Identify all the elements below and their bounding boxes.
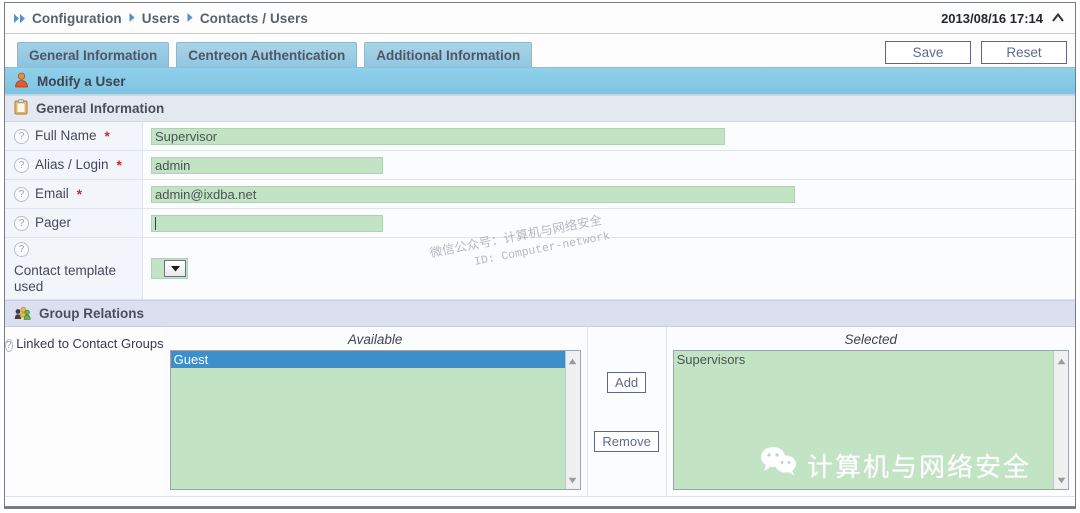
scrollbar[interactable]: [1053, 351, 1068, 489]
field-cell-contact-template: [143, 238, 1075, 299]
help-icon[interactable]: ?: [14, 242, 29, 257]
field-cell-pager: [143, 209, 1075, 237]
field-row-alias-login: ? Alias / Login * admin: [5, 151, 1075, 180]
help-icon[interactable]: ?: [14, 186, 29, 202]
available-listbox[interactable]: Guest: [169, 350, 581, 490]
scrollbar[interactable]: [564, 351, 580, 489]
breadcrumb-item-users[interactable]: Users: [142, 11, 180, 26]
required-marker: *: [116, 157, 122, 173]
breadcrumb-right: 2013/08/16 17:14: [941, 11, 1069, 26]
tab-centreon-authentication[interactable]: Centreon Authentication: [176, 42, 358, 67]
label-text: Contact template used: [14, 263, 117, 294]
help-icon[interactable]: ?: [14, 157, 29, 173]
label-alias-login: ? Alias / Login *: [5, 151, 143, 179]
field-cell-email: admin@ixdba.net: [143, 180, 1075, 208]
tab-general-information[interactable]: General Information: [17, 42, 170, 67]
scroll-up-icon[interactable]: [1057, 353, 1066, 368]
required-marker: *: [104, 128, 110, 144]
text-caret: [155, 216, 156, 230]
breadcrumb: Configuration Users Contacts / Users: [13, 11, 308, 26]
breadcrumb-item-contacts-users[interactable]: Contacts / Users: [200, 11, 308, 26]
user-icon: [14, 72, 29, 91]
form-actions: Save Reset: [885, 41, 1069, 67]
section-general-information: General Information: [5, 95, 1075, 122]
section-group-relations: Group Relations: [5, 300, 1075, 327]
field-row-contact-template: ? Contact template used: [5, 238, 1075, 300]
list-item[interactable]: Guest: [170, 351, 565, 368]
field-row-email: ? Email * admin@ixdba.net: [5, 180, 1075, 209]
selected-listbox[interactable]: Supervisors: [672, 350, 1069, 490]
field-row-full-name: ? Full Name * Supervisor: [5, 122, 1075, 151]
contact-template-select[interactable]: [151, 258, 188, 279]
timestamp: 2013/08/16 17:14: [941, 10, 1043, 26]
label-text: Linked to Contact Groups: [16, 336, 164, 351]
list-item[interactable]: Supervisors: [674, 351, 1053, 368]
breadcrumb-separator-icon: [128, 12, 136, 25]
clipboard-icon: [14, 99, 28, 118]
required-marker: *: [76, 186, 83, 202]
remove-button[interactable]: Remove: [594, 430, 659, 452]
label-text: Alias / Login: [35, 157, 109, 172]
label-full-name: ? Full Name *: [5, 122, 143, 150]
pager-input[interactable]: [151, 214, 383, 232]
selected-options: Supervisors: [674, 351, 1053, 489]
scroll-down-icon[interactable]: [1057, 472, 1066, 487]
available-title: Available: [347, 332, 403, 347]
available-panel: Available Guest: [163, 327, 588, 496]
chevron-up-icon[interactable]: [1051, 11, 1065, 26]
scroll-down-icon[interactable]: [568, 472, 577, 487]
full-name-input[interactable]: Supervisor: [151, 127, 725, 145]
tab-additional-information[interactable]: Additional Information: [364, 42, 533, 67]
selected-title: Selected: [844, 332, 898, 347]
tab-bar: General Information Centreon Authenticat…: [5, 34, 1075, 68]
section-general-label: General Information: [36, 101, 165, 116]
help-icon[interactable]: ?: [5, 339, 13, 352]
label-text: Pager: [35, 215, 72, 230]
page-title: Modify a User: [5, 68, 1075, 95]
email-input[interactable]: admin@ixdba.net: [151, 185, 795, 203]
help-icon[interactable]: ?: [14, 215, 29, 231]
selected-panel: Selected Supervisors: [666, 327, 1075, 496]
scroll-up-icon[interactable]: [568, 353, 577, 368]
label-email: ? Email *: [5, 180, 143, 208]
label-text: Full Name: [35, 128, 97, 143]
dual-list: Available Guest Add Remove Selected Supe…: [163, 327, 1075, 496]
breadcrumb-bar: Configuration Users Contacts / Users 201…: [5, 3, 1075, 34]
reset-button[interactable]: Reset: [981, 41, 1067, 64]
group-relations-row: ? Linked to Contact Groups Available Gue…: [5, 327, 1075, 497]
alias-login-input[interactable]: admin: [151, 156, 383, 174]
add-button[interactable]: Add: [607, 371, 647, 393]
label-text: Email: [35, 186, 69, 201]
label-pager: ? Pager: [5, 209, 143, 237]
available-options: Guest: [170, 351, 565, 489]
centreon-window: Configuration Users Contacts / Users 201…: [4, 2, 1076, 509]
label-contact-template: ? Contact template used: [5, 238, 143, 299]
field-row-pager: ? Pager: [5, 209, 1075, 238]
breadcrumb-item-configuration[interactable]: Configuration: [32, 11, 122, 26]
label-linked-contact-groups: ? Linked to Contact Groups: [5, 327, 164, 496]
chevron-down-icon: [164, 260, 186, 277]
field-cell-alias-login: admin: [143, 151, 1075, 179]
field-cell-full-name: Supervisor: [143, 122, 1075, 150]
breadcrumb-separator-icon-2: [186, 12, 194, 25]
double-chevron-icon: [13, 13, 27, 24]
transfer-buttons: Add Remove: [587, 327, 667, 496]
group-icon: [14, 305, 31, 323]
section-group-label: Group Relations: [39, 306, 145, 321]
help-icon[interactable]: ?: [14, 128, 29, 144]
save-button[interactable]: Save: [885, 41, 971, 64]
page-title-label: Modify a User: [37, 73, 126, 89]
